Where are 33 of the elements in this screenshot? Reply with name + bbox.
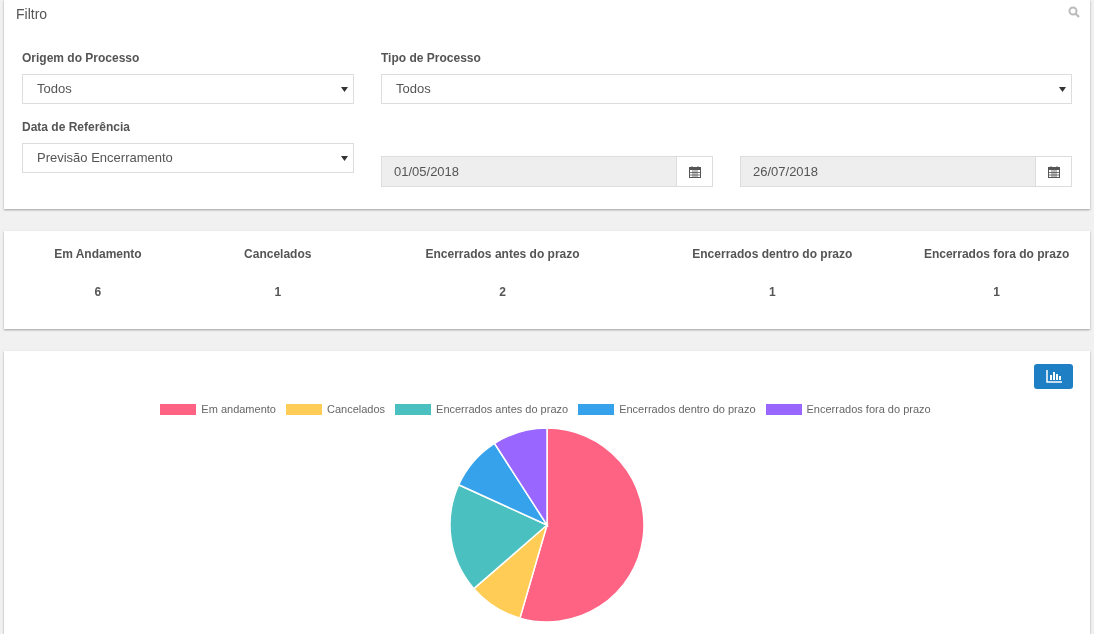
legend-label: Encerrados antes do prazo: [436, 402, 569, 417]
stat-value: 1: [274, 284, 282, 301]
legend-label: Encerrados dentro do prazo: [619, 402, 756, 417]
calendar-icon: [1047, 165, 1060, 178]
stat-label: Em Andamento: [54, 246, 142, 263]
field-label: Tipo de Processo: [381, 50, 482, 67]
stat-label: Encerrados fora do prazo: [923, 246, 1070, 263]
stat-value: 2: [499, 284, 506, 301]
calendar-button[interactable]: [677, 156, 713, 187]
select-field[interactable]: Todos: [381, 74, 1072, 104]
panel-title: Filtro: [16, 5, 48, 24]
date-field[interactable]: 01/05/2018: [381, 156, 677, 187]
field-label: Origem do Processo: [22, 50, 141, 67]
chart-type-button[interactable]: [1034, 364, 1073, 389]
calendar-button[interactable]: [1036, 156, 1072, 187]
stat-value: 6: [94, 284, 102, 301]
legend-label: Cancelados: [326, 402, 386, 417]
legend-label: Encerrados fora do prazo: [806, 402, 931, 417]
select-field[interactable]: Todos: [22, 74, 354, 104]
stat-value: 1: [768, 284, 776, 301]
stat-label: Encerrados antes do prazo: [425, 246, 580, 263]
bar-chart-icon: [1045, 370, 1062, 383]
caret-icon: [341, 86, 348, 92]
stat-label: Cancelados: [244, 246, 312, 263]
calendar-icon: [688, 165, 701, 178]
caret-icon: [1059, 86, 1066, 92]
stat-value: 1: [993, 284, 1000, 301]
field-label: Data de Referência: [22, 119, 132, 136]
legend-label: Em andamento: [201, 402, 276, 417]
select-field[interactable]: Previsão Encerramento: [22, 143, 354, 173]
caret-icon: [341, 155, 348, 161]
stat-label: Encerrados dentro do prazo: [692, 246, 853, 263]
date-field[interactable]: 26/07/2018: [740, 156, 1036, 187]
